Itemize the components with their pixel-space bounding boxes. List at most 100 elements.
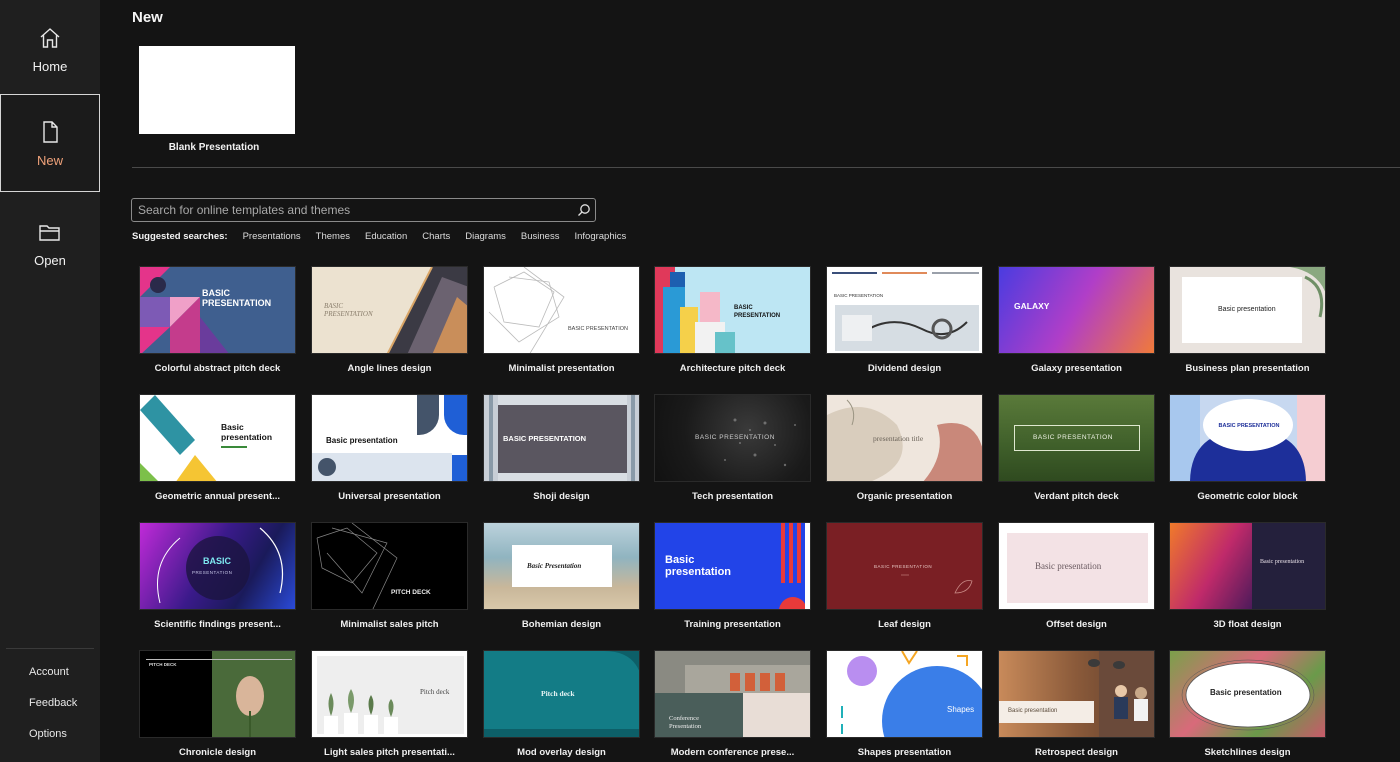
template-tile[interactable]: Basic presentation 3D float design — [1169, 522, 1326, 630]
template-tile[interactable]: Pitch deck Light sales pitch presentati.… — [311, 650, 468, 758]
template-thumbnail: BASIC PRESENTATION — [654, 394, 811, 482]
template-label: Modern conference prese... — [670, 747, 795, 758]
account-link[interactable]: Account — [29, 666, 69, 678]
feedback-link[interactable]: Feedback — [29, 697, 77, 709]
template-tile[interactable]: BASIC PRESENTATION Geometric color block — [1169, 394, 1326, 502]
template-thumbnail: presentation title — [826, 394, 983, 482]
template-thumbnail: PITCH DECK — [139, 650, 296, 738]
template-tile[interactable]: BASIC PRESENTATION Architecture pitch de… — [654, 266, 811, 374]
template-tile[interactable]: Conference Presentation Modern conferenc… — [654, 650, 811, 758]
suggestion-presentations[interactable]: Presentations — [243, 231, 301, 242]
template-tile[interactable]: BASIC PRESENTATION Colorful abstract pit… — [139, 266, 296, 374]
thumbnail-title: BASIC PRESENTATION — [1033, 434, 1113, 441]
template-tile[interactable]: PITCH DECK Chronicle design — [139, 650, 296, 758]
sidebar-item-home[interactable]: Home — [0, 0, 100, 98]
template-tile[interactable]: BASIC PRESENTATION Tech presentation — [654, 394, 811, 502]
thumbnail-title: PITCH DECK — [149, 662, 177, 667]
thumbnail-title: Pitch deck — [541, 689, 575, 698]
template-label: 3D float design — [1213, 619, 1282, 630]
sidebar: Home New Open Account Feedback Options — [0, 0, 100, 762]
template-tile[interactable]: Basic Presentation Bohemian design — [483, 522, 640, 630]
sidebar-item-label: Home — [32, 58, 68, 74]
template-label: Chronicle design — [178, 747, 257, 758]
sidebar-divider — [6, 648, 94, 649]
thumbnail-title: Basic Presentation — [527, 562, 582, 570]
template-tile[interactable]: GALAXY Galaxy presentation — [998, 266, 1155, 374]
suggestion-themes[interactable]: Themes — [316, 231, 350, 242]
template-thumbnail: BASIC PRESENTATION — [139, 266, 296, 354]
template-label: Minimalist sales pitch — [340, 619, 439, 630]
template-tile[interactable]: Basic presentation Training presentation — [654, 522, 811, 630]
thumbnail-title: BASIC PRESENTATION — [695, 434, 775, 441]
template-tile[interactable]: BASIC PRESENTATION Leaf design — [826, 522, 983, 630]
thumbnail-title: PITCH DECK — [391, 589, 431, 596]
new-document-icon — [43, 120, 58, 143]
template-thumbnail: BASIC PRESENTATION — [483, 394, 640, 482]
template-label: Galaxy presentation — [1031, 363, 1122, 374]
template-label: Minimalist presentation — [508, 363, 615, 374]
suggestion-diagrams[interactable]: Diagrams — [465, 231, 506, 242]
template-tile[interactable]: BASIC PRESENTATION Shoji design — [483, 394, 640, 502]
suggestion-infographics[interactable]: Infographics — [574, 231, 626, 242]
template-label: Business plan presentation — [1185, 363, 1310, 374]
template-tile[interactable]: Shapes Shapes presentation — [826, 650, 983, 758]
template-label: Geometric annual present... — [154, 491, 281, 502]
suggestion-business[interactable]: Business — [521, 231, 560, 242]
sidebar-item-open[interactable]: Open — [0, 194, 100, 292]
template-thumbnail: BASIC PRESENTATION — [1169, 394, 1326, 482]
search-icon[interactable] — [573, 199, 595, 221]
sidebar-item-new[interactable]: New — [0, 94, 100, 192]
template-tile[interactable]: BASIC PRESENTATION Angle lines design — [311, 266, 468, 374]
template-label: Verdant pitch deck — [1034, 491, 1119, 502]
thumbnail-title: Basic presentation — [1260, 559, 1305, 565]
options-link[interactable]: Options — [29, 728, 67, 740]
template-thumbnail: Basic presentation — [998, 650, 1155, 738]
search-input[interactable] — [132, 199, 573, 221]
thumbnail-title: Conference Presentation — [669, 715, 702, 730]
template-search-box — [131, 198, 596, 222]
template-tile[interactable]: Basic presentation Retrospect design — [998, 650, 1155, 758]
template-thumbnail: Basic Presentation — [483, 522, 640, 610]
template-tile[interactable]: Basic presentation Sketchlines design — [1169, 650, 1326, 758]
template-tile[interactable]: Basic presentation Universal presentatio… — [311, 394, 468, 502]
section-divider — [132, 167, 1400, 168]
suggestion-charts[interactable]: Charts — [422, 231, 450, 242]
suggestion-education[interactable]: Education — [365, 231, 407, 242]
template-tile[interactable]: BASIC PRESENTATION Dividend design — [826, 266, 983, 374]
template-tile[interactable]: PITCH DECK Minimalist sales pitch — [311, 522, 468, 630]
template-tile[interactable]: Basic presentation Business plan present… — [1169, 266, 1326, 374]
template-tile[interactable]: BASIC PRESENTATION Verdant pitch deck — [998, 394, 1155, 502]
template-tile[interactable]: Pitch deck Mod overlay design — [483, 650, 640, 758]
thumbnail-title: BASIC PRESENTATION — [734, 305, 781, 319]
page-title: New — [132, 9, 163, 26]
template-thumbnail: BASIC PRESENTATION — [654, 266, 811, 354]
template-label: Scientific findings present... — [154, 619, 281, 630]
template-label: Light sales pitch presentati... — [324, 747, 455, 758]
template-label: Dividend design — [867, 363, 942, 374]
thumbnail-title: presentation title — [873, 434, 924, 443]
template-thumbnail: Basic presentation — [998, 522, 1155, 610]
template-label: Shapes presentation — [857, 747, 952, 758]
thumbnail-title: Shapes — [947, 705, 975, 714]
template-label: Retrospect design — [1035, 747, 1118, 758]
thumbnail-title: BASIC PRESENTATION — [503, 434, 587, 443]
template-thumbnail: PITCH DECK — [311, 522, 468, 610]
thumbnail-subtitle: PRESENTATION — [192, 570, 233, 575]
blank-presentation-label[interactable]: Blank Presentation — [139, 142, 289, 153]
template-tile[interactable]: BASIC PRESENTATION Scientific findings p… — [139, 522, 296, 630]
template-tile[interactable]: BASIC PRESENTATION Minimalist presentati… — [483, 266, 640, 374]
home-icon — [40, 27, 60, 48]
blank-presentation-thumbnail[interactable] — [139, 46, 295, 134]
template-thumbnail: BASIC PRESENTATION — [826, 266, 983, 354]
template-thumbnail: BASIC PRESENTATION — [826, 522, 983, 610]
template-thumbnail: BASIC PRESENTATION — [311, 266, 468, 354]
thumbnail-title: BASIC PRESENTATION — [568, 326, 629, 332]
template-tile[interactable]: Basic presentation Offset design — [998, 522, 1155, 630]
template-tile[interactable]: Basic presentation Geometric annual pres… — [139, 394, 296, 502]
thumbnail-title: BASIC — [203, 556, 232, 566]
thumbnail-title: Basic presentation — [1008, 708, 1058, 714]
template-thumbnail: BASIC PRESENTATION — [139, 522, 296, 610]
template-tile[interactable]: presentation title Organic presentation — [826, 394, 983, 502]
template-thumbnail: Pitch deck — [311, 650, 468, 738]
template-label: Leaf design — [878, 619, 931, 630]
